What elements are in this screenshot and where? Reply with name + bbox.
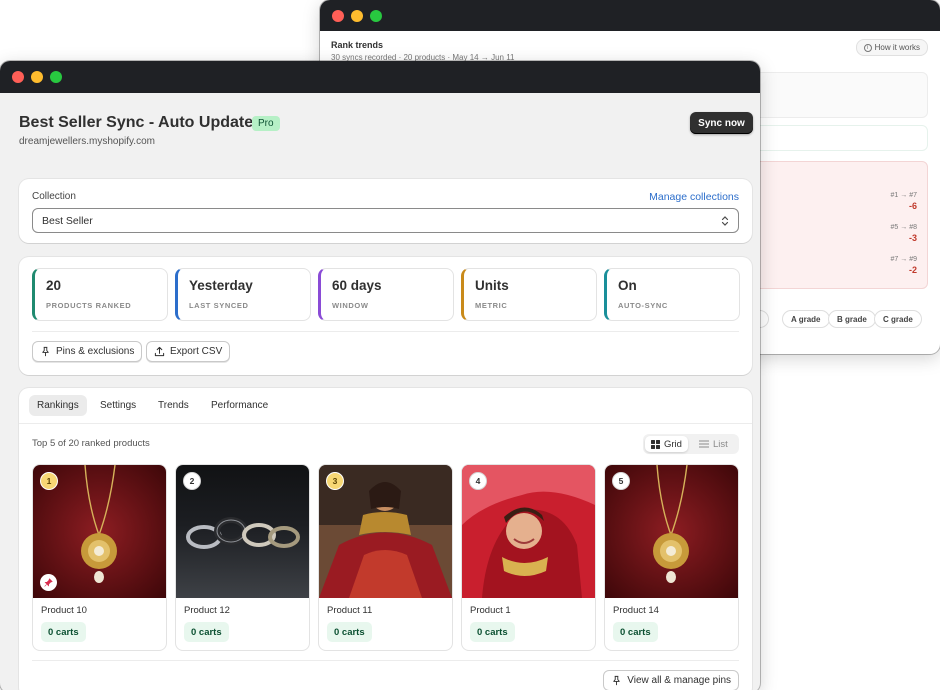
tab-rankings[interactable]: Rankings	[29, 395, 87, 416]
stat-window: 60 days WINDOW	[318, 268, 454, 321]
stat-label: WINDOW	[332, 301, 369, 310]
minimize-window-icon[interactable]	[31, 71, 43, 83]
rank-change-delta: -6	[908, 201, 917, 211]
collection-label: Collection	[32, 191, 76, 202]
carts-badge: 0 carts	[327, 622, 372, 642]
rank-badge: 4	[469, 472, 487, 490]
rank-change-range: #7 → #9	[890, 256, 917, 263]
pinned-icon	[40, 574, 57, 591]
product-card[interactable]: 5 Product 14 0 carts	[604, 464, 739, 651]
rank-change-delta: -3	[908, 233, 917, 243]
window-titlebar	[320, 0, 940, 31]
rank-trends-title: Rank trends	[331, 40, 384, 50]
stat-value: On	[618, 278, 637, 293]
rankings-card: Rankings Settings Trends Performance Top…	[19, 388, 752, 690]
page-title: Best Seller Sync - Auto Update	[19, 114, 254, 131]
stat-label: LAST SYNCED	[189, 301, 249, 310]
info-icon: i	[863, 43, 872, 52]
product-name: Product 1	[470, 605, 511, 616]
stat-auto-sync: On AUTO-SYNC	[604, 268, 740, 321]
list-icon	[699, 440, 709, 448]
rank-change-row: #1 → #7 -6	[891, 192, 917, 211]
maximize-window-icon[interactable]	[370, 10, 382, 22]
carts-badge: 0 carts	[184, 622, 229, 642]
product-name: Product 12	[184, 605, 230, 616]
how-it-works-button[interactable]: i How it works	[855, 39, 928, 56]
divider	[32, 660, 739, 661]
product-card[interactable]: 1 Product 10 0 carts	[32, 464, 167, 651]
window-titlebar	[0, 61, 760, 93]
pin-icon	[42, 346, 49, 357]
shop-domain: dreamjewellers.myshopify.com	[19, 136, 155, 147]
list-view-button[interactable]: List	[693, 436, 734, 452]
app-window: Best Seller Sync - Auto Update Pro dream…	[0, 61, 760, 690]
collection-selected-value: Best Seller	[42, 214, 93, 227]
pin-icon	[613, 675, 620, 686]
collection-card: Collection Manage collections Best Selle…	[19, 179, 752, 243]
tab-settings[interactable]: Settings	[92, 395, 144, 416]
minimize-window-icon[interactable]	[351, 10, 363, 22]
export-csv-button[interactable]: Export CSV	[146, 341, 231, 362]
select-chevron-icon	[721, 216, 729, 226]
product-name: Product 10	[41, 605, 87, 616]
stat-value: 20	[46, 278, 62, 293]
stat-value: 60 days	[332, 278, 382, 293]
rank-change-row: #5 → #8 -3	[891, 224, 917, 243]
stat-value: Units	[475, 278, 509, 293]
sync-now-button[interactable]: Sync now	[690, 112, 753, 134]
rank-change-range: #5 → #8	[890, 224, 917, 231]
grade-filter-a[interactable]: A grade	[782, 310, 830, 328]
list-view-label: List	[713, 438, 728, 450]
stat-value: Yesterday	[189, 278, 253, 293]
product-card[interactable]: 2 Product 12 0 carts	[175, 464, 310, 651]
divider	[32, 331, 739, 332]
view-toggle: Grid List	[643, 434, 739, 454]
grid-view-button[interactable]: Grid	[645, 436, 688, 452]
export-icon	[154, 346, 165, 357]
carts-badge: 0 carts	[41, 622, 86, 642]
stat-label: PRODUCTS RANKED	[46, 301, 132, 310]
manage-collections-link[interactable]: Manage collections	[649, 191, 739, 203]
grade-filter-c[interactable]: C grade	[874, 310, 922, 328]
carts-badge: 0 carts	[470, 622, 515, 642]
product-name: Product 11	[327, 605, 373, 616]
rank-badge: 2	[183, 472, 201, 490]
rank-badge: 1	[40, 472, 58, 490]
stat-label: AUTO-SYNC	[618, 301, 668, 310]
maximize-window-icon[interactable]	[50, 71, 62, 83]
close-window-icon[interactable]	[12, 71, 24, 83]
product-card[interactable]: 3 Product 11 0 carts	[318, 464, 453, 651]
pins-exclusions-button[interactable]: Pins & exclusions	[32, 341, 143, 362]
stat-last-synced: Yesterday LAST SYNCED	[175, 268, 311, 321]
plan-badge: Pro	[252, 116, 280, 131]
rank-change-row: #7 → #9 -2	[891, 256, 917, 275]
view-all-manage-pins-button[interactable]: View all & manage pins	[603, 670, 739, 690]
grid-view-label: Grid	[664, 438, 682, 450]
rank-change-delta: -2	[908, 265, 917, 275]
close-window-icon[interactable]	[332, 10, 344, 22]
grade-filter-b[interactable]: B grade	[828, 310, 876, 328]
how-it-works-label: How it works	[874, 43, 920, 52]
stat-products-ranked: 20 PRODUCTS RANKED	[32, 268, 168, 321]
stats-card: 20 PRODUCTS RANKED Yesterday LAST SYNCED…	[19, 257, 752, 375]
export-csv-label: Export CSV	[170, 346, 223, 357]
tab-performance[interactable]: Performance	[203, 395, 276, 416]
grid-icon	[651, 439, 660, 449]
stat-metric: Units METRIC	[461, 268, 597, 321]
pins-exclusions-label: Pins & exclusions	[56, 346, 135, 357]
stat-label: METRIC	[475, 301, 508, 310]
divider	[19, 423, 752, 424]
product-card[interactable]: 4 Product 1 0 carts	[461, 464, 596, 651]
rank-badge: 3	[326, 472, 344, 490]
rankings-caption: Top 5 of 20 ranked products	[32, 438, 150, 449]
tab-trends[interactable]: Trends	[150, 395, 197, 416]
carts-badge: 0 carts	[613, 622, 658, 642]
collection-select[interactable]: Best Seller	[32, 208, 739, 233]
rank-change-range: #1 → #7	[890, 192, 917, 199]
view-all-label: View all & manage pins	[627, 675, 731, 686]
rank-badge: 5	[612, 472, 630, 490]
product-name: Product 14	[613, 605, 659, 616]
